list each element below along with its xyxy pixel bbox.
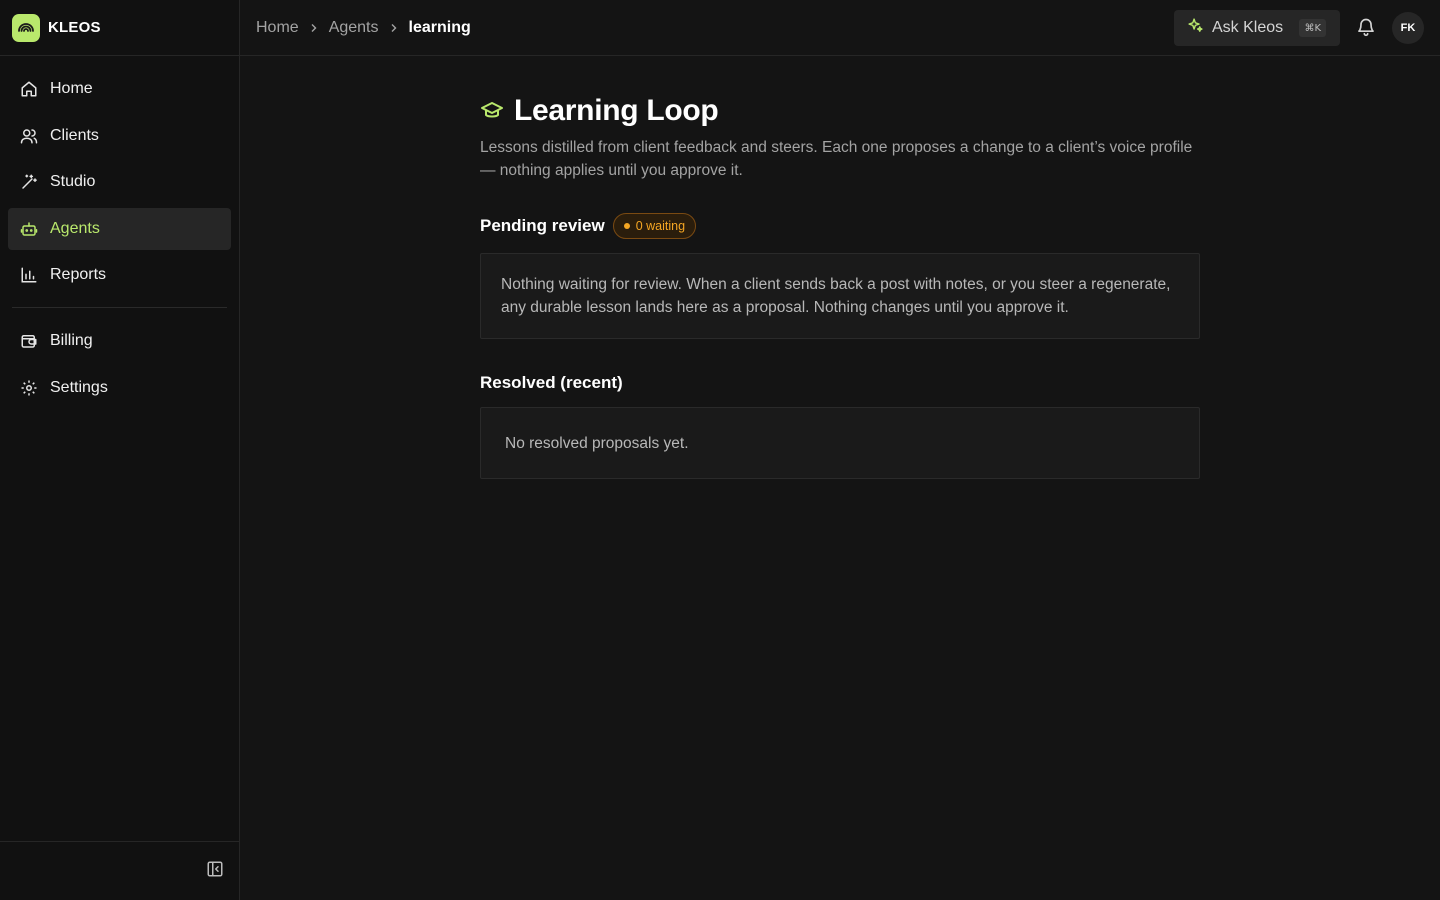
status-badge-label: 0 waiting: [635, 219, 686, 233]
breadcrumb: Home Agents learning: [256, 0, 471, 55]
sidebar-footer: [0, 841, 239, 900]
page-description: Lessons distilled from client feedback a…: [480, 139, 1193, 179]
sidebar-item-label: Reports: [50, 266, 107, 283]
resolved-section-title: Resolved (recent): [480, 373, 623, 392]
brand-name: KLEOS: [48, 19, 101, 36]
sidebar-collapse-icon: [206, 860, 224, 883]
breadcrumb-home[interactable]: Home: [256, 19, 299, 37]
ask-kleos-button[interactable]: Ask Kleos ⌘K: [1174, 10, 1340, 46]
avatar[interactable]: FK: [1392, 12, 1424, 44]
status-dot-icon: [623, 223, 630, 229]
page-title: Learning Loop: [514, 94, 719, 127]
sidebar-item-clients[interactable]: Clients: [8, 115, 231, 157]
nav-divider: [12, 307, 227, 308]
keyboard-shortcut: ⌘K: [1299, 19, 1326, 37]
sparkles-icon: [1187, 17, 1204, 39]
pending-empty-card: Nothing waiting for review. When a clien…: [480, 253, 1200, 339]
sidebar-item-agents[interactable]: Agents: [8, 207, 231, 250]
wallet-icon: [20, 332, 38, 350]
users-icon: [20, 127, 38, 145]
magic-wand-icon: [20, 173, 38, 191]
sidebar-item-label: Clients: [50, 126, 99, 144]
sidebar-item-home[interactable]: Home: [8, 68, 231, 110]
sidebar-item-settings[interactable]: Settings: [8, 367, 231, 409]
sidebar-item-label: Studio: [50, 173, 96, 190]
title-row: Learning Loop: [480, 94, 1200, 128]
sidebar-item-label: Home: [50, 80, 93, 97]
kleos-logo-icon: [12, 13, 40, 42]
sidebar-item-label: Billing: [50, 332, 93, 349]
ask-kleos-label: Ask Kleos: [1212, 19, 1284, 36]
sidebar-item-label: Settings: [50, 378, 108, 396]
chevron-right-icon: [309, 23, 319, 33]
resolved-empty-text: No resolved proposals yet.: [505, 435, 689, 452]
breadcrumb-current: learning: [408, 18, 471, 36]
pending-empty-text: Nothing waiting for review. When a clien…: [501, 276, 1171, 316]
sidebar: KLEOS Home Clients Studio Agents Reports…: [0, 0, 240, 900]
sidebar-item-label: Agents: [50, 219, 100, 237]
breadcrumb-agents[interactable]: Agents: [329, 19, 379, 37]
sidebar-item-reports[interactable]: Reports: [8, 254, 231, 296]
sidebar-item-billing[interactable]: Billing: [8, 320, 231, 362]
pending-section-header: Pending review 0 waiting: [480, 213, 1200, 239]
home-icon: [20, 80, 38, 98]
topbar: Home Agents learning Ask Kleos ⌘K FK: [240, 0, 1440, 56]
sidebar-item-studio[interactable]: Studio: [8, 161, 231, 203]
main-content: Learning Loop Lessons distilled from cli…: [480, 56, 1200, 479]
notifications-button[interactable]: [1356, 17, 1376, 37]
graduation-cap-icon: [480, 99, 504, 123]
sidebar-nav: Home Clients Studio Agents Reports Billi…: [0, 56, 239, 409]
gear-icon: [20, 379, 38, 397]
pending-section-title: Pending review: [480, 216, 605, 235]
collapse-sidebar-button[interactable]: [205, 861, 225, 881]
bar-chart-icon: [20, 266, 38, 284]
chevron-right-icon: [389, 23, 399, 33]
status-badge: 0 waiting: [612, 213, 697, 239]
robot-icon: [20, 220, 38, 238]
resolved-empty-card: No resolved proposals yet.: [480, 407, 1200, 479]
brand[interactable]: KLEOS: [0, 0, 239, 56]
resolved-section-header: Resolved (recent): [480, 373, 1200, 393]
bell-icon: [1356, 18, 1376, 41]
